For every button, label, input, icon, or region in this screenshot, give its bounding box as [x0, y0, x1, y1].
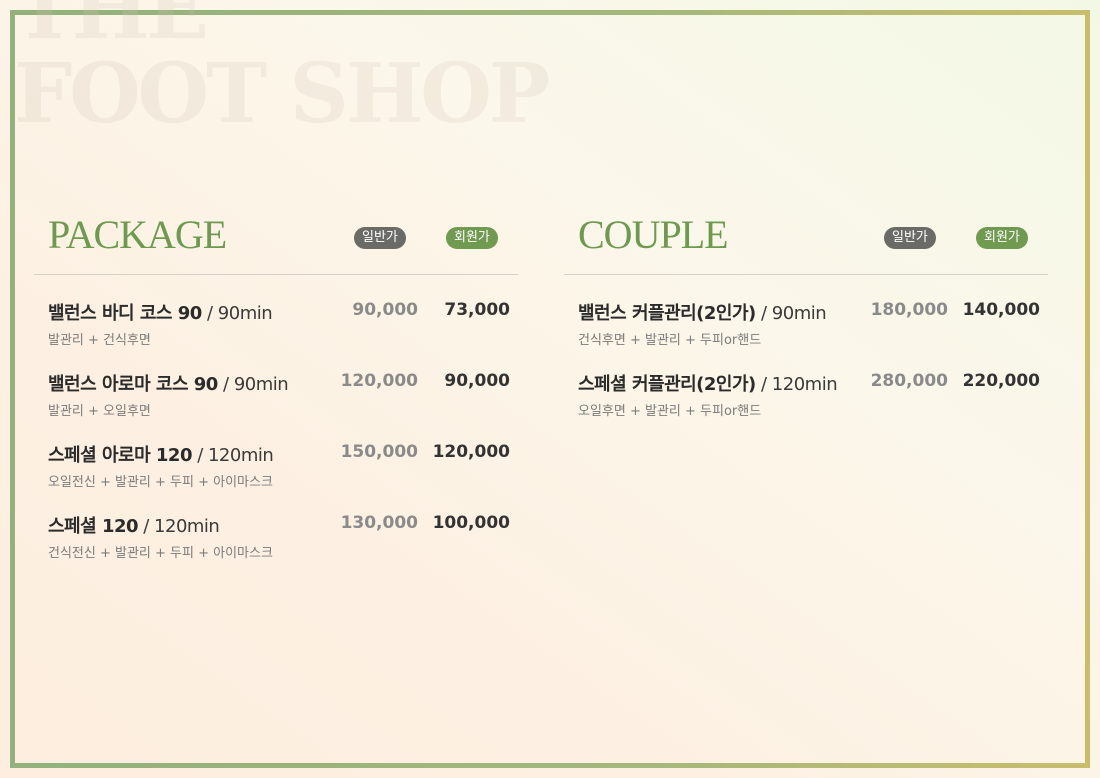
item-name: 밸런스 커플관리(2인가) / 90min	[578, 299, 827, 325]
item-description: 오일전신 + 발관리 + 두피 + 아이마스크	[48, 475, 273, 490]
regular-price: 120,000	[340, 371, 418, 391]
item-description: 발관리 + 오일후면	[48, 404, 151, 419]
item-name: 스페셜 커플관리(2인가) / 120min	[578, 370, 838, 396]
regular-price: 130,000	[340, 513, 418, 533]
regular-price-badge: 일반가	[884, 227, 936, 249]
item-duration: / 90min	[217, 374, 289, 395]
package-header: PACKAGE 일반가 회원가	[34, 212, 518, 274]
regular-price-badge: 일반가	[354, 227, 406, 249]
menu-item: 밸런스 커플관리(2인가) / 90min 건식후면 + 발관리 + 두피or핸…	[564, 297, 1048, 368]
item-description: 건식전신 + 발관리 + 두피 + 아이마스크	[48, 546, 273, 561]
member-price: 140,000	[962, 300, 1040, 320]
couple-header: COUPLE 일반가 회원가	[564, 212, 1048, 274]
item-title: 스페셜 아로마 120	[48, 445, 192, 466]
couple-title: COUPLE	[578, 212, 729, 257]
member-price-badge: 회원가	[446, 227, 498, 249]
item-duration: / 120min	[191, 445, 274, 466]
member-price: 120,000	[432, 442, 510, 462]
couple-section: COUPLE 일반가 회원가 밸런스 커플관리(2인가) / 90min 건식후…	[564, 212, 1048, 439]
item-duration: / 90min	[201, 303, 273, 324]
item-title: 밸런스 아로마 코스 90	[48, 374, 218, 395]
item-title: 스페셜 120	[48, 516, 139, 537]
member-price: 90,000	[444, 371, 510, 391]
item-name: 밸런스 바디 코스 90 / 90min	[48, 299, 273, 325]
item-duration: / 120min	[755, 374, 838, 395]
item-duration: / 90min	[755, 303, 827, 324]
menu-item: 밸런스 바디 코스 90 / 90min 발관리 + 건식후면 90,000 7…	[34, 297, 518, 368]
item-duration: / 120min	[138, 516, 220, 537]
menu-item: 밸런스 아로마 코스 90 / 90min 발관리 + 오일후면 120,000…	[34, 368, 518, 439]
regular-price: 180,000	[870, 300, 948, 320]
member-price-badge: 회원가	[976, 227, 1028, 249]
item-title: 밸런스 바디 코스 90	[48, 303, 202, 324]
package-section: PACKAGE 일반가 회원가 밸런스 바디 코스 90 / 90min 발관리…	[34, 212, 518, 581]
menu-item: 스페셜 커플관리(2인가) / 120min 오일후면 + 발관리 + 두피or…	[564, 368, 1048, 439]
member-price: 73,000	[444, 300, 510, 320]
item-description: 발관리 + 건식후면	[48, 333, 151, 348]
divider	[34, 274, 518, 275]
item-name: 밸런스 아로마 코스 90 / 90min	[48, 370, 289, 396]
package-title: PACKAGE	[48, 212, 227, 257]
item-title: 밸런스 커플관리(2인가)	[578, 303, 756, 324]
item-name: 스페셜 아로마 120 / 120min	[48, 441, 274, 467]
item-title: 스페셜 커플관리(2인가)	[578, 374, 756, 395]
menu-item: 스페셜 120 / 120min 건식전신 + 발관리 + 두피 + 아이마스크…	[34, 510, 518, 581]
regular-price: 280,000	[870, 371, 948, 391]
member-price: 220,000	[962, 371, 1040, 391]
regular-price: 150,000	[340, 442, 418, 462]
item-description: 건식후면 + 발관리 + 두피or핸드	[578, 333, 762, 348]
member-price: 100,000	[432, 513, 510, 533]
regular-price: 90,000	[352, 300, 418, 320]
divider	[564, 274, 1048, 275]
item-description: 오일후면 + 발관리 + 두피or핸드	[578, 404, 762, 419]
menu-item: 스페셜 아로마 120 / 120min 오일전신 + 발관리 + 두피 + 아…	[34, 439, 518, 510]
item-name: 스페셜 120 / 120min	[48, 512, 220, 538]
